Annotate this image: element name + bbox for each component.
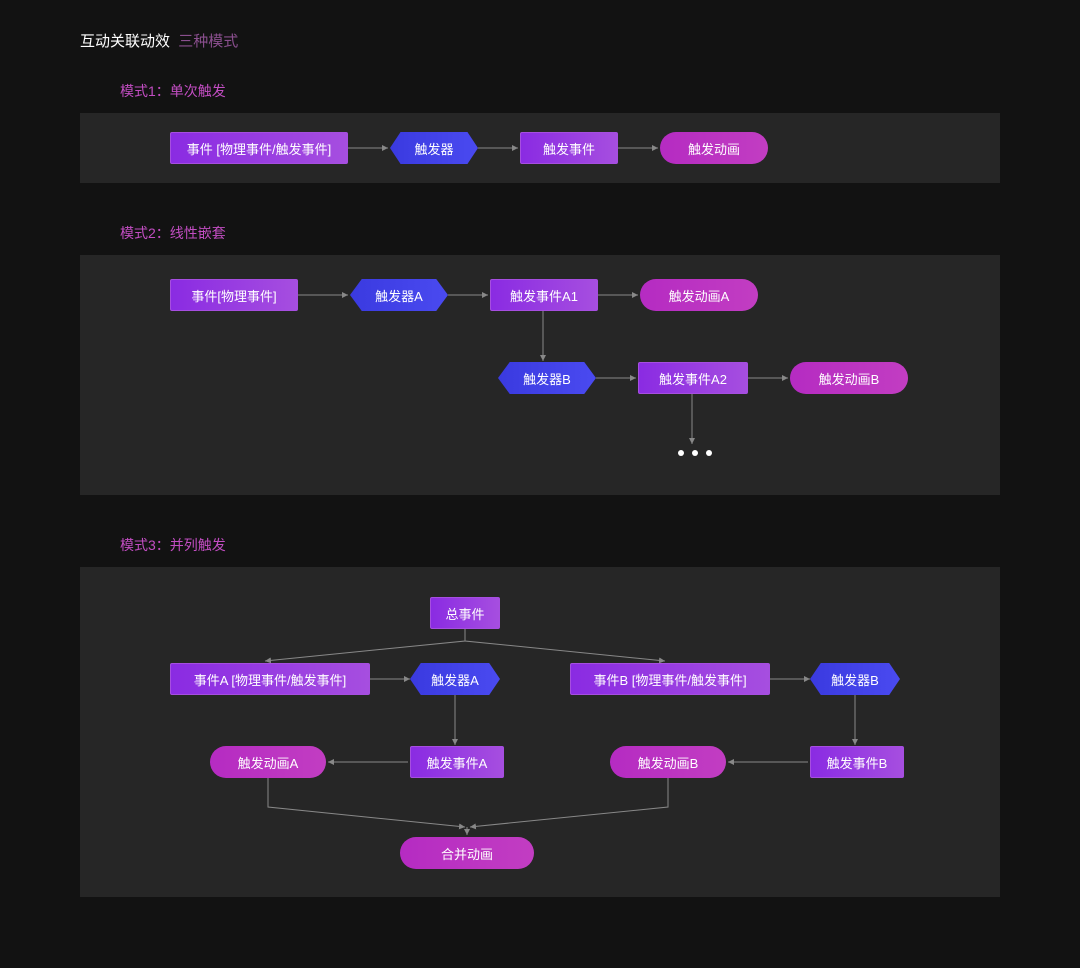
mode3-trig-eventA: 触发事件A xyxy=(410,746,504,778)
mode2-animB: 触发动画B xyxy=(790,362,908,394)
mode2-triggerB: 触发器B xyxy=(498,362,596,394)
mode3-animA: 触发动画A xyxy=(210,746,326,778)
mode2-event: 事件[物理事件] xyxy=(170,279,298,311)
mode2-triggerA: 触发器A xyxy=(350,279,448,311)
section-mode2: 模式2：线性嵌套 事件[物理事件] 触发器A 触发事件A1 触发动画A 触发器B… xyxy=(80,223,1000,495)
mode2-ellipsis-icon xyxy=(678,450,712,456)
mode2-animA: 触发动画A xyxy=(640,279,758,311)
title-sub: 三种模式 xyxy=(178,33,238,50)
mode3-panel: 总事件 事件A [物理事件/触发事件] 触发器A 事件B [物理事件/触发事件]… xyxy=(80,567,1000,897)
section-mode1: 模式1：单次触发 事件 [物理事件/触发事件] 触发器 触发事件 触发动画 xyxy=(80,81,1000,183)
page-title: 互动关联动效 三种模式 xyxy=(80,30,1000,51)
mode3-eventB: 事件B [物理事件/触发事件] xyxy=(570,663,770,695)
mode1-trig-event: 触发事件 xyxy=(520,132,618,164)
mode2-title: 模式2：线性嵌套 xyxy=(120,223,1000,243)
mode1-title: 模式1：单次触发 xyxy=(120,81,1000,101)
mode3-animB: 触发动画B xyxy=(610,746,726,778)
mode3-title: 模式3：并列触发 xyxy=(120,535,1000,555)
mode2-trig-eventA2: 触发事件A2 xyxy=(638,362,748,394)
mode1-anim: 触发动画 xyxy=(660,132,768,164)
mode3-root: 总事件 xyxy=(430,597,500,629)
mode3-triggerB: 触发器B xyxy=(810,663,900,695)
mode1-event: 事件 [物理事件/触发事件] xyxy=(170,132,348,164)
mode1-trigger: 触发器 xyxy=(390,132,478,164)
mode3-eventA: 事件A [物理事件/触发事件] xyxy=(170,663,370,695)
mode1-panel: 事件 [物理事件/触发事件] 触发器 触发事件 触发动画 xyxy=(80,113,1000,183)
mode3-triggerA: 触发器A xyxy=(410,663,500,695)
mode2-trig-eventA1: 触发事件A1 xyxy=(490,279,598,311)
section-mode3: 模式3：并列触发 总事件 事件A [物理事件/触发事件] 触发器A 事件B [物… xyxy=(80,535,1000,897)
title-main: 互动关联动效 xyxy=(80,33,170,50)
mode3-merge: 合并动画 xyxy=(400,837,534,869)
mode2-panel: 事件[物理事件] 触发器A 触发事件A1 触发动画A 触发器B 触发事件A2 触… xyxy=(80,255,1000,495)
mode3-trig-eventB: 触发事件B xyxy=(810,746,904,778)
